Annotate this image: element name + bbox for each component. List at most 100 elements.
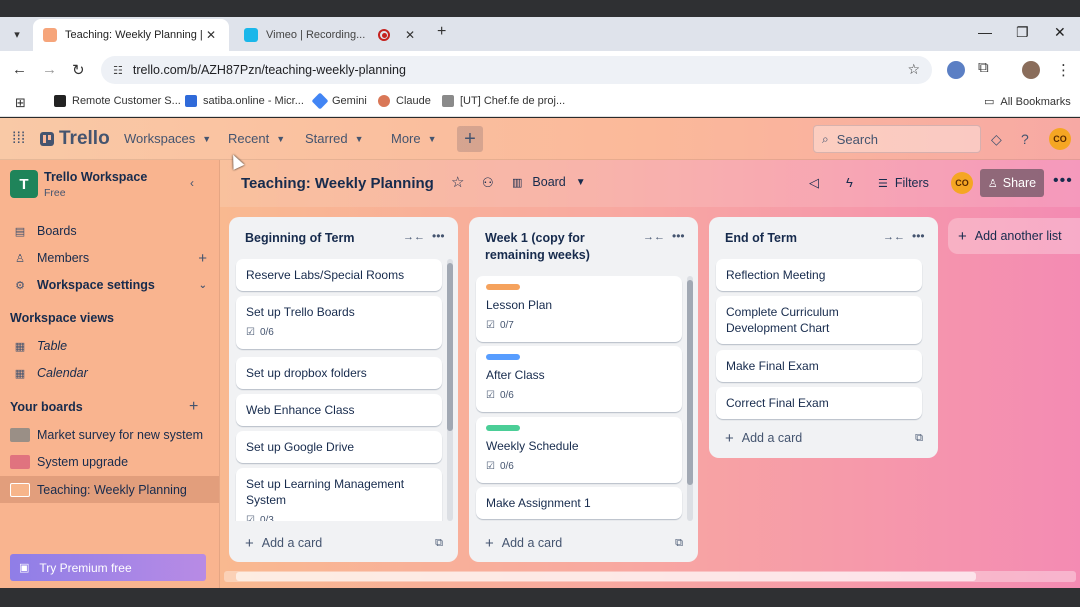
browser-tab-trello[interactable]: Teaching: Weekly Planning | Tre ✕ [33,19,229,51]
extensions-puzzle-icon[interactable]: ⧉ [978,59,989,76]
help-icon[interactable]: ? [1021,131,1029,147]
board-title[interactable]: Teaching: Weekly Planning [241,175,434,192]
list-title[interactable]: Week 1 (copy for remaining weeks) [485,230,635,264]
card[interactable]: Reflection Meeting [716,259,922,291]
bookmark-item[interactable]: Gemini [311,92,367,110]
filters-button[interactable]: ☰ Filters [878,176,929,190]
bookmark-item[interactable]: Remote Customer S... [54,95,181,107]
card[interactable]: Weekly Schedule ☑ 0/6 [476,417,682,483]
member-avatar[interactable]: CO [951,172,973,194]
bookmark-item[interactable]: satiba.online - Micr... [185,95,304,107]
scrollbar-thumb[interactable] [687,280,693,485]
bookmark-item[interactable]: [UT] Chef.fe de proj... [442,95,565,107]
browser-tab-vimeo[interactable]: Vimeo | Recording... ✕ [234,19,428,51]
bookmark-item[interactable]: Claude [378,95,431,107]
card-template-icon[interactable]: ⧉ [915,432,923,445]
card-template-icon[interactable]: ⧉ [435,537,443,550]
close-window-icon[interactable]: ✕ [1054,24,1066,41]
board-menu-icon[interactable]: ••• [1053,172,1073,190]
sidebar-board-item[interactable]: System upgrade [0,450,219,474]
address-bar[interactable]: ☷ trello.com/b/AZH87Pzn/teaching-weekly-… [101,56,932,84]
board-view-switcher[interactable]: ▥ Board ▼ [512,175,586,189]
tab-search-chevron-icon[interactable]: ▾ [6,23,28,45]
add-card-button[interactable]: + Add a card ⧉ [237,530,451,556]
nav-more[interactable]: More ▼ [391,131,437,146]
list-title[interactable]: End of Term [725,230,875,247]
trello-logo[interactable]: Trello [40,128,110,150]
site-info-icon[interactable]: ☷ [113,64,123,77]
power-ups-icon[interactable]: ◁ [809,175,819,191]
create-button[interactable]: + [457,126,483,152]
board-horizontal-scrollbar[interactable] [224,571,1076,582]
close-tab-icon[interactable]: ✕ [203,28,219,42]
list-scrollbar[interactable] [687,276,693,521]
add-card-button[interactable]: + Add a card ⧉ [477,530,691,556]
card[interactable]: Set up Google Drive [236,431,442,463]
list-menu-icon[interactable]: ••• [912,229,925,243]
collapse-sidebar-icon[interactable]: ‹ [190,176,194,190]
bookmark-star-icon[interactable]: ☆ [907,61,920,78]
sidebar-board-item-active[interactable]: Teaching: Weekly Planning [0,476,219,503]
card[interactable]: Set up Learning Management System ☑ 0/3 [236,468,442,521]
sidebar-item-table[interactable]: ▦ Table [0,334,219,358]
search-input[interactable]: ⌕ Search [813,125,981,153]
workspace-header[interactable]: T Trello Workspace Free [10,170,147,199]
list-menu-icon[interactable]: ••• [672,229,685,243]
scrollbar-thumb[interactable] [447,263,453,431]
nav-starred[interactable]: Starred ▼ [305,131,364,146]
close-tab-icon[interactable]: ✕ [402,28,418,42]
star-icon[interactable]: ☆ [451,173,464,191]
browser-menu-icon[interactable]: ⋮ [1056,61,1071,79]
add-board-icon[interactable]: + [189,395,219,419]
collapse-list-icon[interactable]: →← [403,231,425,243]
card[interactable]: Lesson Plan ☑ 0/7 [476,276,682,342]
back-arrow-icon[interactable]: ← [12,61,27,78]
try-premium-button[interactable]: ▣ Try Premium free [10,554,206,581]
sidebar-item-settings[interactable]: ⚙ Workspace settings ⌄ [0,273,219,297]
card[interactable]: Set up Trello Boards ☑ 0/6 [236,296,442,349]
sidebar-item-calendar[interactable]: ▦ Calendar [0,361,219,385]
all-bookmarks[interactable]: ▭ All Bookmarks [984,95,1071,109]
card[interactable]: Web Enhance Class [236,394,442,426]
list-scrollbar[interactable] [447,259,453,521]
list-menu-icon[interactable]: ••• [432,229,445,243]
add-member-icon[interactable]: + [198,250,207,267]
reload-icon[interactable]: ↻ [72,61,85,79]
collapse-list-icon[interactable]: →← [883,231,905,243]
nav-workspaces[interactable]: Workspaces ▼ [124,131,211,146]
nav-label: Recent [228,131,270,146]
sidebar-item-members[interactable]: ♙ Members + [0,246,219,270]
automation-icon[interactable]: ϟ [846,175,853,190]
app-switcher-icon[interactable]: ⁞⁞⁞ [12,130,25,148]
forward-arrow-icon[interactable]: → [42,61,57,78]
profile-avatar[interactable] [1022,61,1040,79]
card[interactable]: Make Assignment 1 [476,487,682,519]
add-another-list-button[interactable]: + Add another list [948,218,1080,254]
collapse-list-icon[interactable]: →← [643,231,665,243]
add-card-button[interactable]: + Add a card ⧉ [717,425,931,451]
card-label-blue[interactable] [486,354,520,360]
notifications-icon[interactable]: ◇ [991,131,1002,148]
apps-grid-icon[interactable]: ⊞ [15,95,26,111]
card[interactable]: Complete Curriculum Development Chart [716,296,922,344]
share-button[interactable]: ♙ Share [980,169,1044,197]
card-label-green[interactable] [486,425,520,431]
sidebar-item-boards[interactable]: ▤ Boards [0,219,219,243]
new-tab-button[interactable]: + [437,23,446,41]
visibility-icon[interactable]: ⚇ [482,175,494,191]
card[interactable]: Reserve Labs/Special Rooms [236,259,442,291]
scrollbar-thumb[interactable] [236,572,976,581]
card-template-icon[interactable]: ⧉ [675,537,683,550]
card[interactable]: Correct Final Exam [716,387,922,419]
nav-recent[interactable]: Recent ▼ [228,131,285,146]
card[interactable]: After Class ☑ 0/6 [476,346,682,412]
card-label-orange[interactable] [486,284,520,290]
list-title[interactable]: Beginning of Term [245,230,395,247]
card[interactable]: Set up dropbox folders [236,357,442,389]
minimize-icon[interactable]: — [978,24,992,40]
account-avatar[interactable]: CO [1049,128,1071,150]
restore-icon[interactable]: ❐ [1016,24,1029,41]
extension-icon[interactable] [947,61,965,79]
sidebar-board-item[interactable]: Market survey for new system [0,423,219,447]
card[interactable]: Make Final Exam [716,350,922,382]
